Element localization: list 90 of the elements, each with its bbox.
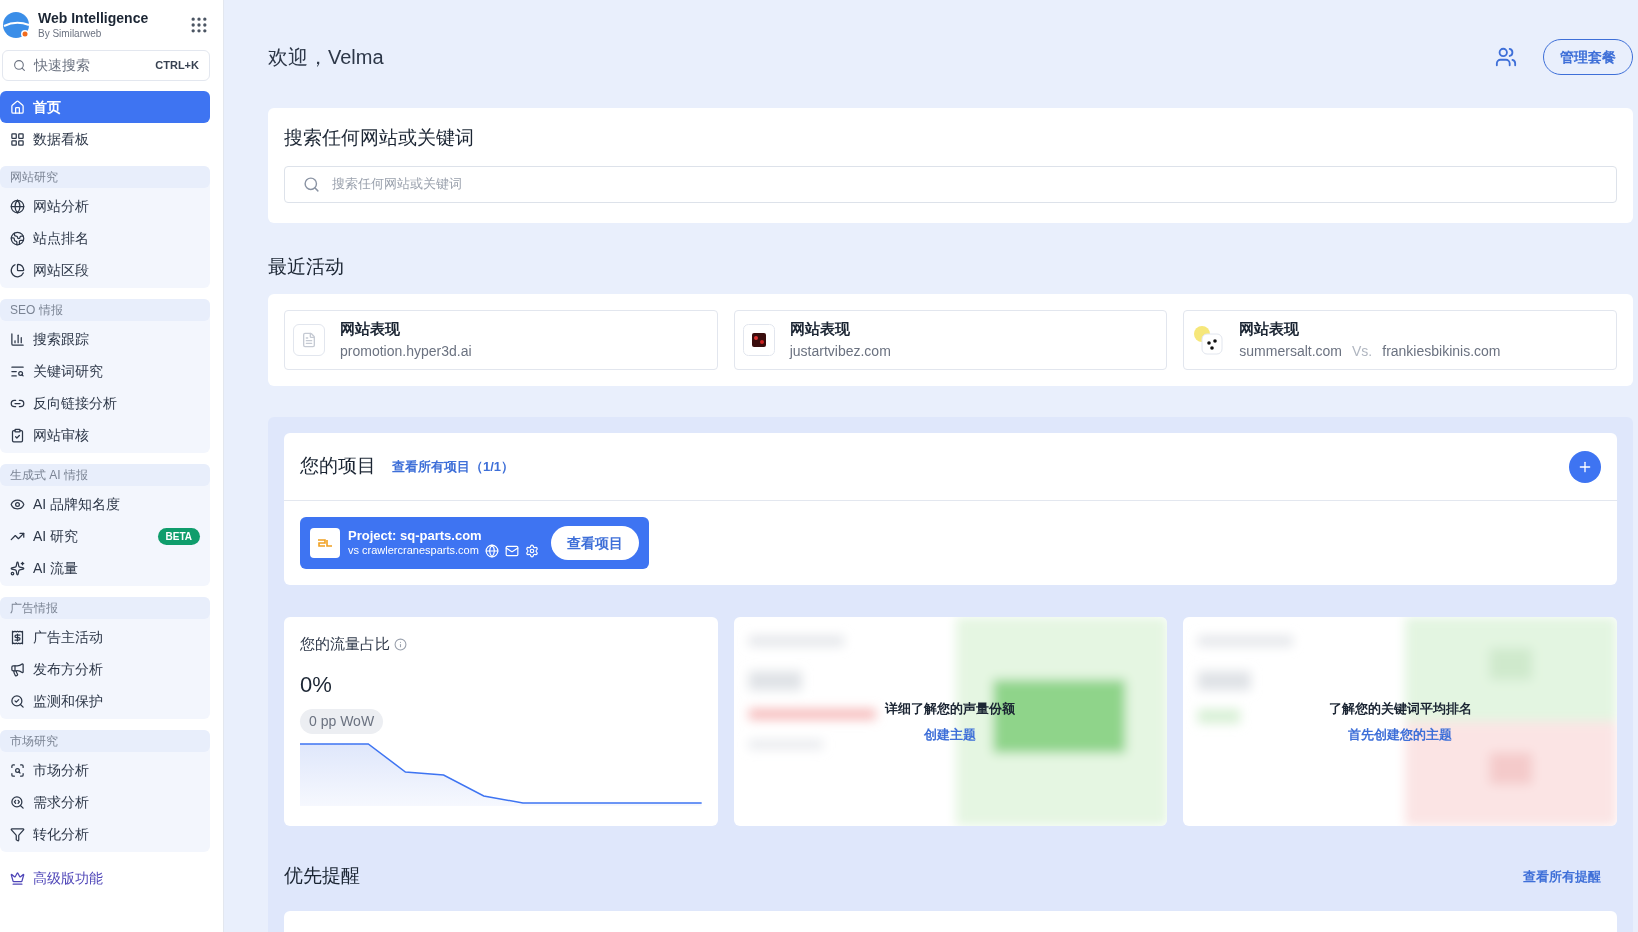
globe-icon xyxy=(10,198,25,214)
info-icon[interactable] xyxy=(394,637,407,651)
brand-name: Web Intelligence xyxy=(38,10,149,28)
nav-group-header: SEO 情报 xyxy=(0,299,210,321)
bar-chart-icon xyxy=(10,331,25,347)
scan-search-icon xyxy=(10,762,25,778)
recent-activity-item[interactable]: 网站表现 promotion.hyper3d.ai xyxy=(284,310,718,370)
receipt-icon xyxy=(10,629,25,645)
nav-item[interactable]: AI 流量 xyxy=(0,552,210,584)
nav-item[interactable]: AI 品牌知名度 xyxy=(0,488,210,520)
search-icon xyxy=(10,794,25,810)
nav-group-header: 市场研究 xyxy=(0,730,210,752)
create-topic-link[interactable]: 创建主题 xyxy=(924,724,977,744)
site-domain: frankiesbikinis.com xyxy=(1382,341,1501,361)
nav-item[interactable]: 广告主活动 xyxy=(0,621,210,653)
all-alerts-link[interactable]: 查看所有提醒 xyxy=(1523,866,1601,886)
all-projects-link[interactable]: 查看所有项目（1/1） xyxy=(392,456,515,477)
nav-item[interactable]: 首页 xyxy=(0,91,210,123)
search-card-title: 搜索任何网站或关键词 xyxy=(284,126,475,150)
project-card[interactable]: Project: sq-parts.com vs crawlercranesparts.com 查看项目 xyxy=(300,517,649,569)
alerts-title: 优先提醒 xyxy=(284,864,360,888)
metric-title: 您的流量占比 xyxy=(300,634,390,654)
nav-item[interactable]: 网站分析 xyxy=(0,190,210,222)
search-icon xyxy=(303,175,320,193)
nav-item[interactable]: 搜索跟踪 xyxy=(0,323,210,355)
site-logo-icon xyxy=(742,324,775,356)
project-logo-icon xyxy=(310,528,340,558)
globe-icon[interactable] xyxy=(484,544,499,559)
search-icon xyxy=(13,59,26,72)
competitor-domain: vs crawlercranesparts.com xyxy=(348,544,479,558)
beta-badge: BETA xyxy=(157,527,200,545)
metric-value: 0% xyxy=(300,670,333,699)
welcome-heading: 欢迎，Velma xyxy=(268,45,384,70)
nav-item[interactable]: 市场分析 xyxy=(0,754,210,786)
recent-activity-title: 最近活动 xyxy=(268,254,345,279)
eye-icon xyxy=(10,496,25,512)
recent-activity-item[interactable]: 网站表现 justartvibez.com xyxy=(733,310,1168,370)
nav-group-header: 广告情报 xyxy=(0,597,210,619)
shortcut-hint: CTRL+K xyxy=(155,58,199,74)
dashboard-icon xyxy=(10,131,25,147)
add-project-button[interactable] xyxy=(1569,450,1601,483)
site-domain: promotion.hyper3d.ai xyxy=(340,341,472,361)
search-check-icon xyxy=(10,693,25,709)
versus-label: Vs. xyxy=(1352,341,1373,361)
megaphone-icon xyxy=(10,661,25,677)
site-domain: justartvibez.com xyxy=(789,341,891,361)
create-topic-link[interactable]: 首先创建您的主题 xyxy=(1348,724,1453,744)
crown-icon xyxy=(10,870,25,886)
premium-link[interactable]: 高级版功能 xyxy=(0,862,210,894)
mail-icon[interactable] xyxy=(504,544,519,559)
text-search-icon xyxy=(10,363,25,379)
activity-title: 网站表现 xyxy=(1239,319,1301,340)
recent-activity-item[interactable]: 网站表现 summersalt.com Vs. frankiesbikinis.com xyxy=(1183,310,1617,370)
nav-item[interactable]: 网站审核 xyxy=(0,419,210,451)
projects-title: 您的项目 xyxy=(300,454,376,479)
filter-icon xyxy=(10,826,25,842)
settings-icon[interactable] xyxy=(524,544,539,559)
nav-item[interactable]: 网站区段 xyxy=(0,254,210,286)
nav-item[interactable]: 监测和保护 xyxy=(0,685,210,717)
sparkles-icon xyxy=(10,560,25,576)
quick-search-field[interactable]: 快速搜索 CTRL+K xyxy=(2,50,210,81)
wow-badge: 0 pp WoW xyxy=(300,708,384,734)
clipboard-check-icon xyxy=(10,427,25,443)
users-icon[interactable] xyxy=(1495,46,1517,68)
pie-chart-icon xyxy=(10,262,25,278)
site-logo-icon xyxy=(1192,324,1225,356)
nav-group-header: 生成式 AI 情报 xyxy=(0,464,210,486)
locked-message: 详细了解您的声量份额 xyxy=(885,700,1016,718)
home-icon xyxy=(10,99,25,115)
site-domain: summersalt.com xyxy=(1239,341,1342,361)
brand-byline: By Similarweb xyxy=(38,27,103,40)
nav-item[interactable]: 站点排名 xyxy=(0,222,210,254)
nav-item[interactable]: 转化分析 xyxy=(0,818,210,850)
view-project-button[interactable]: 查看项目 xyxy=(550,526,639,560)
nav-item[interactable]: 需求分析 xyxy=(0,786,210,818)
file-icon xyxy=(293,324,325,356)
nav-item[interactable]: 数据看板 xyxy=(0,123,210,155)
nav-group-header: 网站研究 xyxy=(0,166,210,188)
nav-item[interactable]: 发布方分析 xyxy=(0,653,210,685)
nav-item[interactable]: 反向链接分析 xyxy=(0,387,210,419)
activity-title: 网站表现 xyxy=(340,319,401,340)
globe-icon xyxy=(10,230,25,246)
nav-item[interactable]: AI 研究 BETA xyxy=(0,520,210,552)
activity-title: 网站表现 xyxy=(789,319,851,340)
nav-item[interactable]: 关键词研究 xyxy=(0,355,210,387)
project-name: Project: sq-parts.com xyxy=(348,527,483,545)
search-placeholder: 搜索任何网站或关键词 xyxy=(332,175,462,194)
quick-search-placeholder: 快速搜索 xyxy=(34,56,91,75)
app-grid-icon[interactable] xyxy=(189,15,209,35)
locked-message: 了解您的关键词平均排名 xyxy=(1328,700,1472,718)
